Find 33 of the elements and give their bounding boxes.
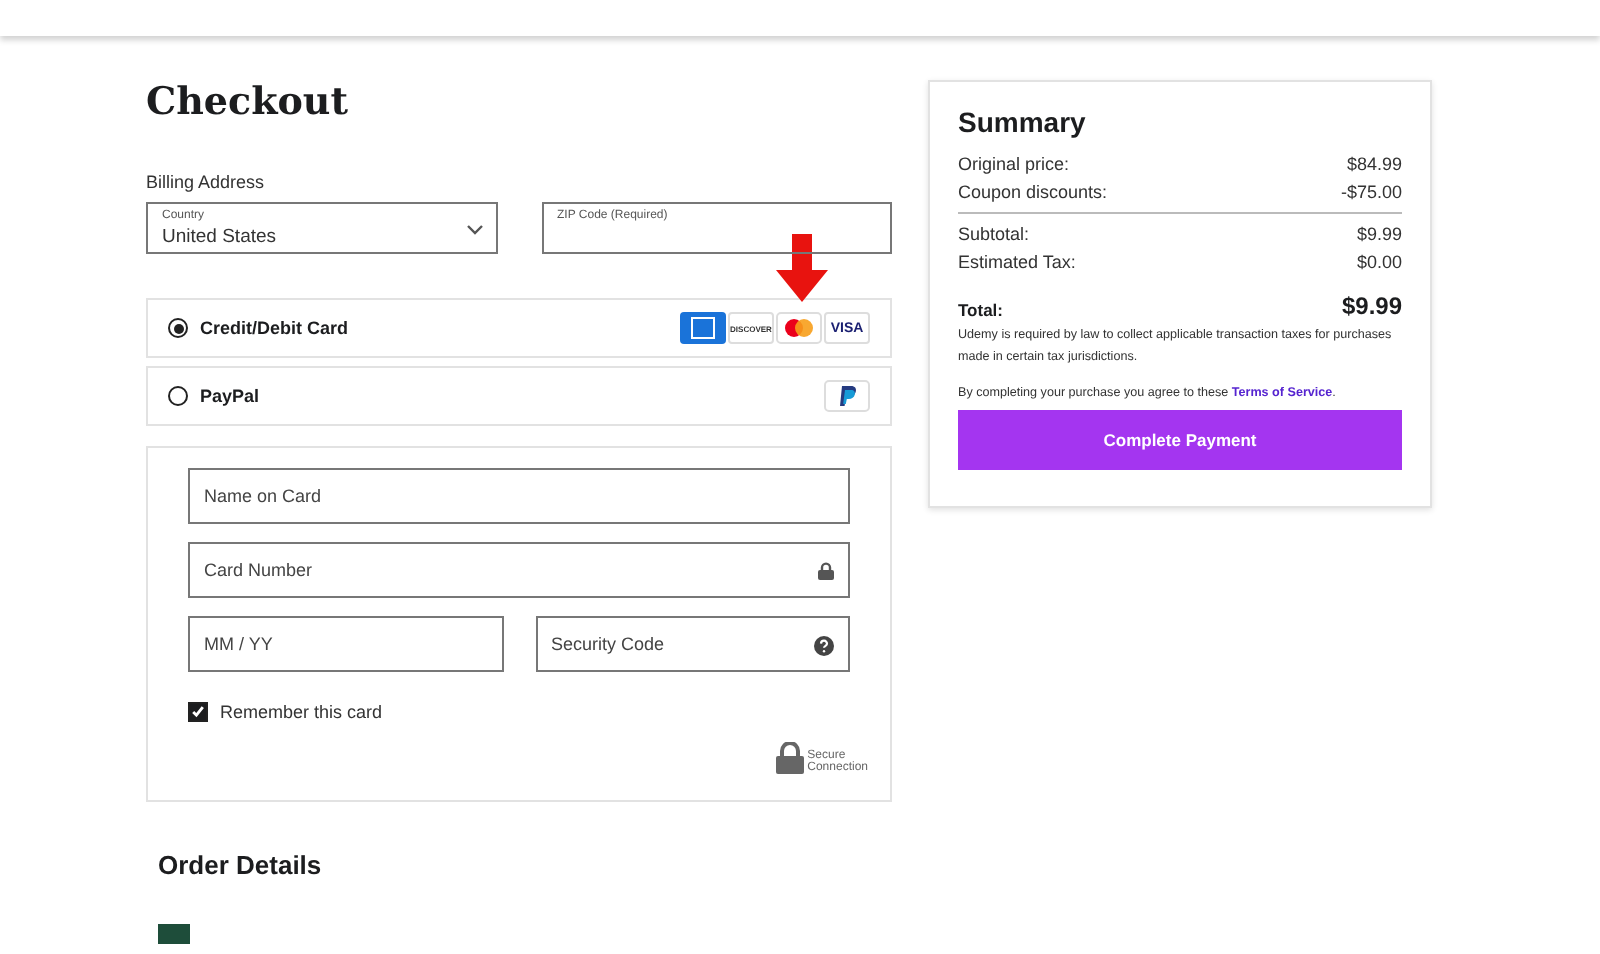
card-input-field[interactable]: Security Code xyxy=(535,616,850,672)
arrow-icon xyxy=(776,234,828,302)
price-label: Estimated Tax: xyxy=(958,249,1076,275)
card-input-field[interactable]: MM / YY xyxy=(188,616,503,672)
summary-heading: Summary xyxy=(958,106,1088,138)
checkbox-label: Remember this card xyxy=(220,702,383,722)
chevron-down-icon xyxy=(465,224,483,236)
price-label: Original price: xyxy=(958,152,1070,178)
lock-icon xyxy=(775,742,804,774)
complete-payment-button[interactable]: Complete Payment xyxy=(958,410,1402,470)
price-value: $84.99 xyxy=(1346,152,1402,178)
card-logo-icon xyxy=(680,312,726,344)
total-value: $9.99 xyxy=(1341,292,1402,320)
section-label: Billing Address xyxy=(146,172,267,192)
checkbox[interactable] xyxy=(188,702,208,722)
price-label: Coupon discounts: xyxy=(958,179,1108,206)
radio-button[interactable] xyxy=(168,386,188,406)
section-heading: Order Details xyxy=(158,850,324,880)
radio-button[interactable] xyxy=(168,318,188,338)
price-value: $9.99 xyxy=(1356,222,1402,248)
card-input-field[interactable]: Card Number xyxy=(188,542,850,598)
page-title: Checkout xyxy=(146,80,351,128)
total-label: Total: xyxy=(958,300,1004,320)
price-label: Subtotal: xyxy=(958,222,1030,248)
price-value: -$75.00 xyxy=(1340,179,1402,205)
help-icon xyxy=(814,636,834,656)
price-value: $0.00 xyxy=(1356,249,1402,275)
card-logo-icon xyxy=(776,312,822,344)
course-thumbnail xyxy=(158,924,190,944)
payment-option[interactable]: PayPal xyxy=(146,366,892,426)
lock-icon xyxy=(818,562,834,580)
card-input-field[interactable]: Name on Card xyxy=(188,468,850,524)
paypal-logo-icon xyxy=(824,380,870,412)
